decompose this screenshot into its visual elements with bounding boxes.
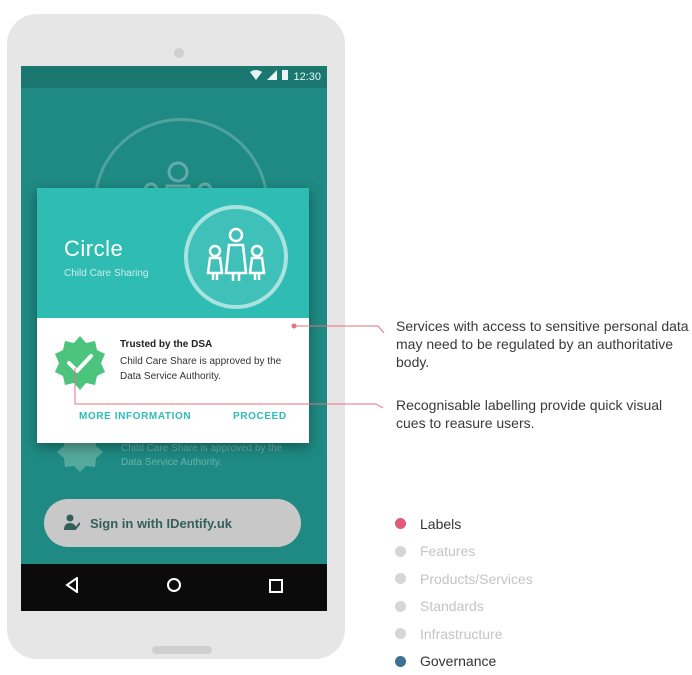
legend-item-infrastructure: Infrastructure <box>395 620 533 648</box>
legend-dot <box>395 656 406 667</box>
legend-label: Standards <box>420 598 484 614</box>
annotation-line-2 <box>75 368 383 408</box>
legend-item-governance: Governance <box>395 648 533 675</box>
legend-label: Products/Services <box>420 571 533 587</box>
legend-dot <box>395 546 406 557</box>
legend-label: Governance <box>420 653 496 669</box>
annotation-dot-1 <box>292 324 297 329</box>
legend-dot <box>395 628 406 639</box>
legend-dot <box>395 573 406 584</box>
legend-label: Features <box>420 543 475 559</box>
legend-label: Labels <box>420 516 461 532</box>
legend-item-features: Features <box>395 538 533 566</box>
legend-item-labels: Labels <box>395 510 533 538</box>
legend: Labels Features Products/Services Standa… <box>395 510 533 675</box>
legend-item-products-services: Products/Services <box>395 565 533 593</box>
annotation-labelling: Recognisable labelling provide quick vis… <box>396 396 686 432</box>
legend-label: Infrastructure <box>420 626 502 642</box>
legend-dot <box>395 518 406 529</box>
annotation-regulation: Services with access to sensitive person… <box>396 317 692 371</box>
annotation-line-1 <box>296 326 384 333</box>
legend-item-standards: Standards <box>395 593 533 621</box>
legend-dot <box>395 601 406 612</box>
